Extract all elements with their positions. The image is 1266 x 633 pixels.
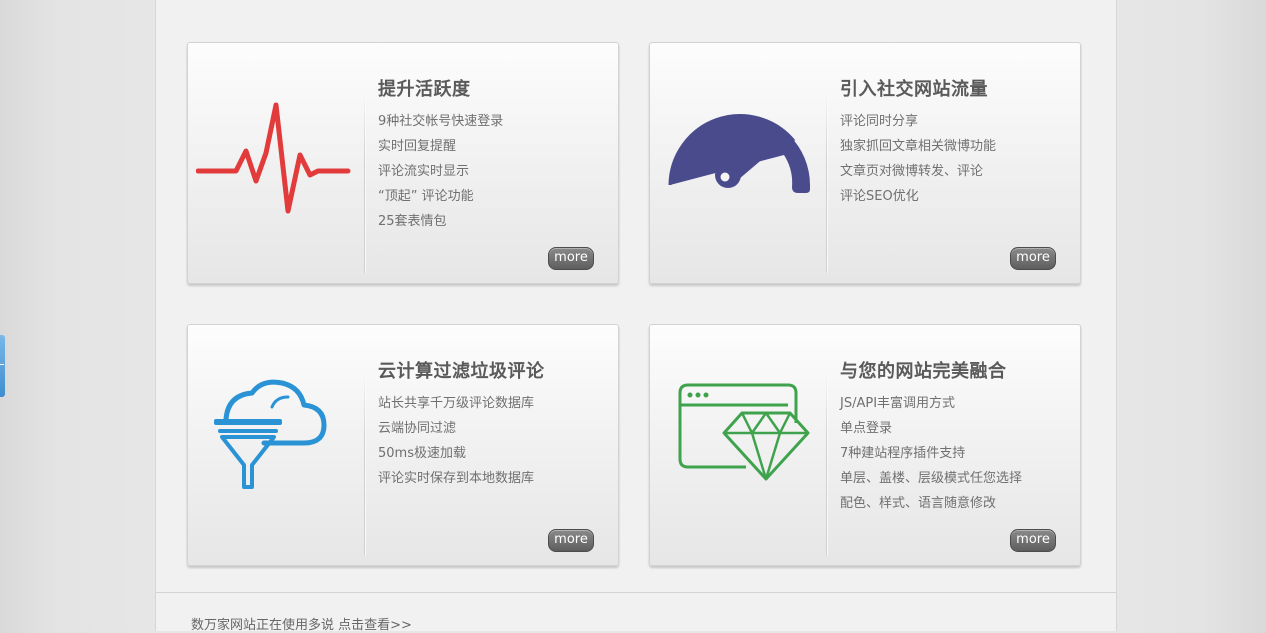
more-button[interactable]: more bbox=[548, 529, 594, 552]
feature-list: 9种社交帐号快速登录 实时回复提醒 评论流实时显示 “顶起” 评论功能 25套表… bbox=[378, 109, 503, 234]
card-title: 与您的网站完美融合 bbox=[840, 361, 1007, 382]
side-feedback-tab[interactable] bbox=[0, 335, 5, 397]
card-title: 云计算过滤垃圾评论 bbox=[378, 361, 545, 382]
list-item: 评论流实时显示 bbox=[378, 164, 470, 179]
feature-card-traffic: 引入社交网站流量 评论同时分享 独家抓回文章相关微博功能 文章页对微博转发、评论… bbox=[649, 42, 1081, 284]
list-item: 独家抓回文章相关微博功能 bbox=[840, 139, 997, 154]
list-item: 单层、盖楼、层级模式任您选择 bbox=[840, 471, 1023, 486]
feature-card-spam-filter: 云计算过滤垃圾评论 站长共享千万级评论数据库 云端协同过滤 50ms极速加载 评… bbox=[187, 324, 619, 566]
heartbeat-icon bbox=[195, 93, 356, 233]
card-title: 引入社交网站流量 bbox=[840, 79, 988, 100]
list-item: 评论实时保存到本地数据库 bbox=[378, 471, 535, 486]
list-item: JS/API丰富调用方式 bbox=[840, 396, 956, 411]
card-divider bbox=[364, 373, 365, 555]
list-item: 实时回复提醒 bbox=[378, 139, 457, 154]
card-title: 提升活跃度 bbox=[378, 79, 471, 100]
feature-list: 站长共享千万级评论数据库 云端协同过滤 50ms极速加载 评论实时保存到本地数据… bbox=[378, 391, 534, 491]
list-item: 评论SEO优化 bbox=[840, 189, 919, 204]
list-item: 9种社交帐号快速登录 bbox=[378, 114, 504, 129]
list-item: 7种建站程序插件支持 bbox=[840, 446, 966, 461]
list-item: 单点登录 bbox=[840, 421, 893, 436]
list-item: 站长共享千万级评论数据库 bbox=[378, 396, 535, 411]
footer-link[interactable]: 数万家网站正在使用多说 点击查看>> bbox=[191, 614, 412, 633]
list-item: 25套表情包 bbox=[378, 214, 447, 229]
more-button[interactable]: more bbox=[1010, 247, 1056, 270]
feature-list: 评论同时分享 独家抓回文章相关微博功能 文章页对微博转发、评论 评论SEO优化 bbox=[840, 109, 996, 209]
list-item: 评论同时分享 bbox=[840, 114, 919, 129]
browser-diamond-icon bbox=[658, 375, 818, 515]
footer-divider bbox=[156, 592, 1116, 593]
more-button[interactable]: more bbox=[1010, 529, 1056, 552]
list-item: 云端协同过滤 bbox=[378, 421, 457, 436]
list-item: 50ms极速加载 bbox=[378, 446, 466, 461]
feature-card-activity: 提升活跃度 9种社交帐号快速登录 实时回复提醒 评论流实时显示 “顶起” 评论功… bbox=[187, 42, 619, 284]
main-content: 提升活跃度 9种社交帐号快速登录 实时回复提醒 评论流实时显示 “顶起” 评论功… bbox=[155, 0, 1117, 633]
feature-list: JS/API丰富调用方式 单点登录 7种建站程序插件支持 单层、盖楼、层级模式任… bbox=[840, 391, 1022, 516]
more-button[interactable]: more bbox=[548, 247, 594, 270]
cloud-filter-icon bbox=[196, 375, 356, 515]
list-item: “顶起” 评论功能 bbox=[378, 189, 474, 204]
speedometer-icon bbox=[658, 93, 818, 233]
card-divider bbox=[826, 91, 827, 273]
list-item: 文章页对微博转发、评论 bbox=[840, 164, 984, 179]
list-item: 配色、样式、语言随意修改 bbox=[840, 496, 997, 511]
card-divider bbox=[364, 91, 365, 273]
feature-card-integration: 与您的网站完美融合 JS/API丰富调用方式 单点登录 7种建站程序插件支持 单… bbox=[649, 324, 1081, 566]
card-divider bbox=[826, 373, 827, 555]
